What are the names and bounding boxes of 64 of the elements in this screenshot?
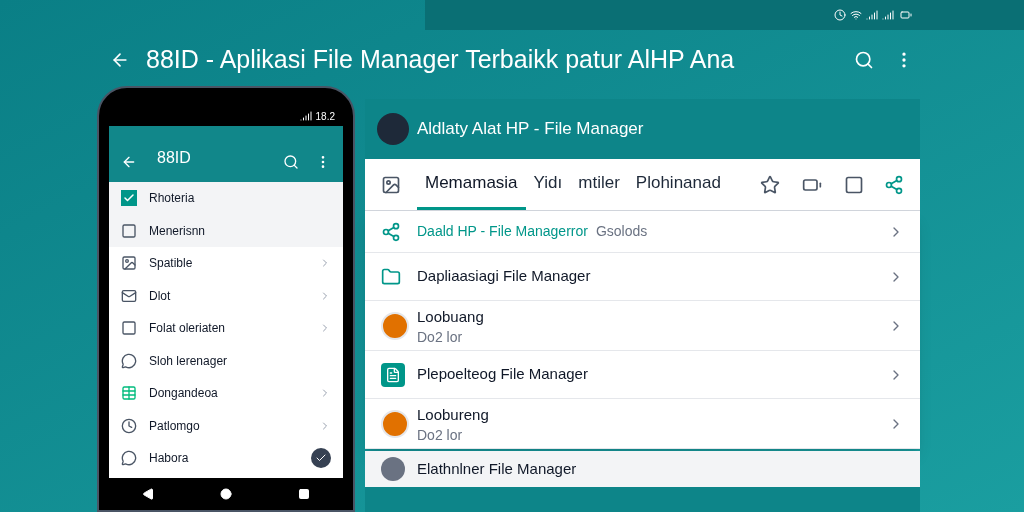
row-subtitle: Do2 lor	[417, 328, 464, 345]
share-icon[interactable]	[884, 174, 904, 195]
drawer-item-label: Patlomgo	[149, 417, 201, 435]
mail-icon	[121, 287, 137, 304]
row-title: Loobuang	[417, 307, 484, 328]
list-row[interactable]: Elathnlner File Manager	[365, 451, 920, 487]
drawer-item-label: Rhoteria	[149, 190, 196, 208]
image-icon	[121, 255, 137, 272]
drawer-item-label: Dongandeoa	[149, 385, 219, 403]
drawer-item[interactable]: Rhoteria	[109, 182, 343, 215]
star-icon[interactable]	[760, 174, 780, 195]
avatar	[381, 457, 405, 481]
row-title: Daald HP - File Managerror	[417, 222, 588, 241]
drawer-item-label: Folat oleriaten	[149, 320, 227, 338]
row-title: Elathnlner File Manager	[417, 458, 577, 479]
home-nav-icon[interactable]	[220, 488, 232, 500]
list-row[interactable]: Daald HP - File Managerror Gsolods	[365, 211, 920, 253]
row-title: Dapliaasiagi File Manager	[417, 266, 591, 287]
table-icon	[121, 385, 137, 402]
avatar	[377, 113, 409, 145]
folder-icon	[381, 266, 401, 287]
search-icon[interactable]	[854, 50, 874, 70]
row-suffix: Gsolods	[595, 222, 648, 241]
list-row[interactable]: Loobuang Do2 lor	[365, 301, 920, 351]
tab[interactable]: Plohinanad	[627, 159, 729, 210]
tab[interactable]: mtiler	[570, 159, 628, 210]
battery-icon	[898, 9, 914, 21]
row-title: Loobureng	[417, 405, 489, 426]
search-icon[interactable]	[283, 154, 299, 170]
drawer-item-label: Sloh lerenager	[149, 352, 229, 370]
avatar	[381, 409, 409, 438]
row-title: Plepoelteog File Manager	[417, 364, 588, 385]
document-icon	[381, 362, 405, 387]
square-icon[interactable]	[844, 174, 864, 195]
clock-icon	[834, 9, 846, 21]
wifi-icon	[850, 9, 862, 21]
clock-icon	[121, 417, 137, 434]
panel-title: Aldlaty Alat HP - File Manager	[417, 118, 644, 141]
drawer-item-label: Menerisnn	[149, 222, 207, 240]
list-row[interactable]: Loobureng Do2 lor	[365, 399, 920, 449]
back-nav-icon[interactable]	[142, 488, 154, 500]
drawer-item-label: Dlot	[149, 287, 172, 305]
back-icon[interactable]	[121, 154, 137, 170]
drawer-item-label: Spatible	[149, 255, 194, 273]
image-icon	[381, 174, 401, 195]
avatar	[381, 311, 409, 340]
square-icon	[121, 320, 137, 337]
row-subtitle: Do2 lor	[417, 426, 464, 443]
chat-icon	[121, 450, 137, 467]
square-icon	[121, 222, 137, 239]
drawer-item-label: Habora	[149, 450, 190, 468]
list-row[interactable]: Plepoelteog File Manager	[365, 351, 920, 399]
phone-clock: 18.2	[315, 109, 335, 124]
drawer-item[interactable]: Menerisnn	[109, 214, 343, 247]
checkbox[interactable]	[121, 190, 137, 207]
tab[interactable]: Yidı	[525, 159, 571, 210]
list-row[interactable]: Dapliaasiagi File Manager	[365, 253, 920, 301]
signal-icon	[882, 9, 894, 21]
signal-icon	[866, 9, 878, 21]
toolbar-title: 88ID - Aplikasi File Manager Terbaikk patur AlHP Ana	[146, 44, 736, 76]
share-icon	[381, 221, 401, 242]
recents-nav-icon[interactable]	[298, 488, 310, 500]
speech-bubble-icon	[121, 352, 137, 369]
phone-app-title: 88ID	[157, 148, 192, 168]
